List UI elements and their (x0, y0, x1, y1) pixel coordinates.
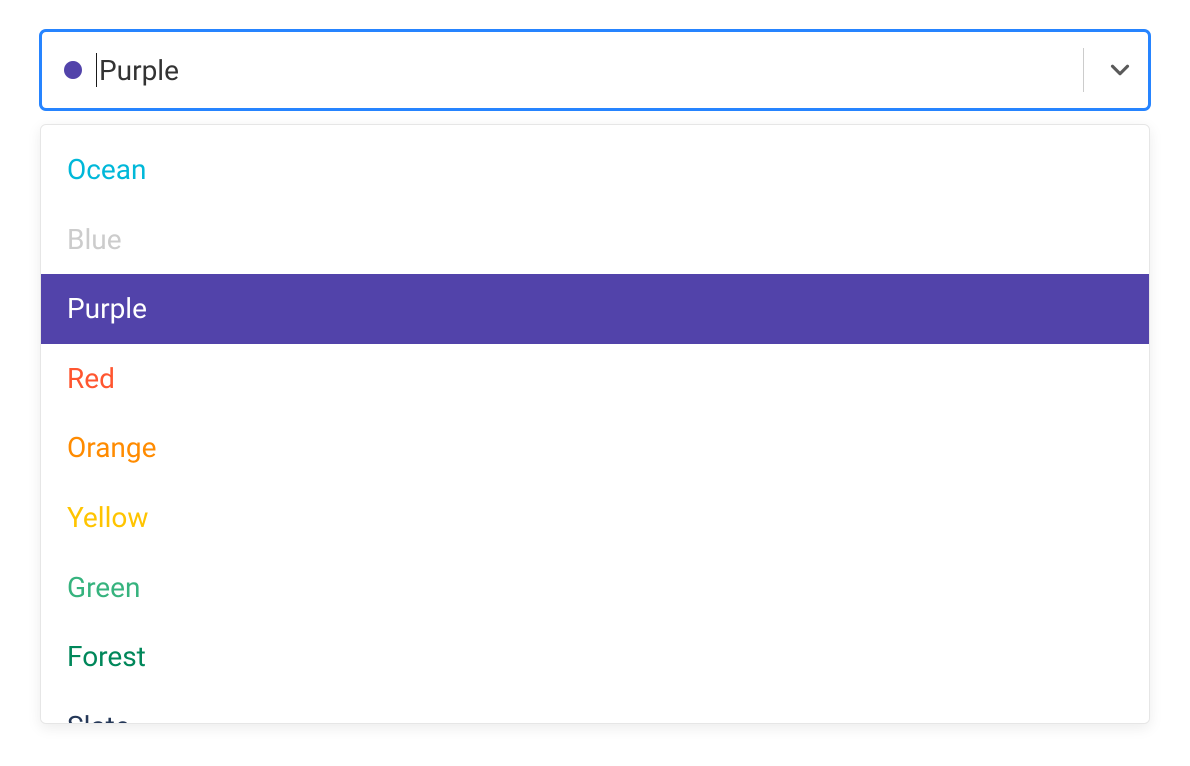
text-caret-icon (96, 53, 97, 87)
option-label: Yellow (67, 501, 148, 534)
option-label: Green (67, 571, 140, 604)
option-green[interactable]: Green (41, 553, 1149, 623)
option-label: Slate (67, 710, 130, 724)
color-select-menu[interactable]: Ocean Blue Purple Red Orange Yellow Green Fores… (40, 124, 1150, 724)
option-slate[interactable]: Slate (41, 692, 1149, 724)
option-red[interactable]: Red (41, 344, 1149, 414)
option-purple[interactable]: Purple (41, 274, 1149, 344)
option-orange[interactable]: Orange (41, 413, 1149, 483)
indicator-separator (1083, 48, 1084, 92)
selected-color-dot-icon (64, 61, 82, 79)
option-label: Forest (67, 640, 146, 673)
option-label: Orange (67, 431, 156, 464)
select-indicators (1083, 32, 1136, 108)
option-label: Purple (67, 292, 147, 325)
color-select-control[interactable]: Purple (40, 30, 1150, 110)
selected-value-label: Purple (99, 54, 179, 87)
option-label: Ocean (67, 153, 146, 186)
option-label: Red (67, 362, 115, 395)
chevron-down-icon[interactable] (1104, 54, 1136, 86)
option-label: Blue (67, 223, 122, 256)
color-select-input-area[interactable]: Purple (96, 53, 179, 87)
option-yellow[interactable]: Yellow (41, 483, 1149, 553)
option-forest[interactable]: Forest (41, 622, 1149, 692)
option-ocean[interactable]: Ocean (41, 135, 1149, 205)
option-blue: Blue (41, 205, 1149, 275)
color-select-value-container: Purple (64, 53, 1083, 87)
